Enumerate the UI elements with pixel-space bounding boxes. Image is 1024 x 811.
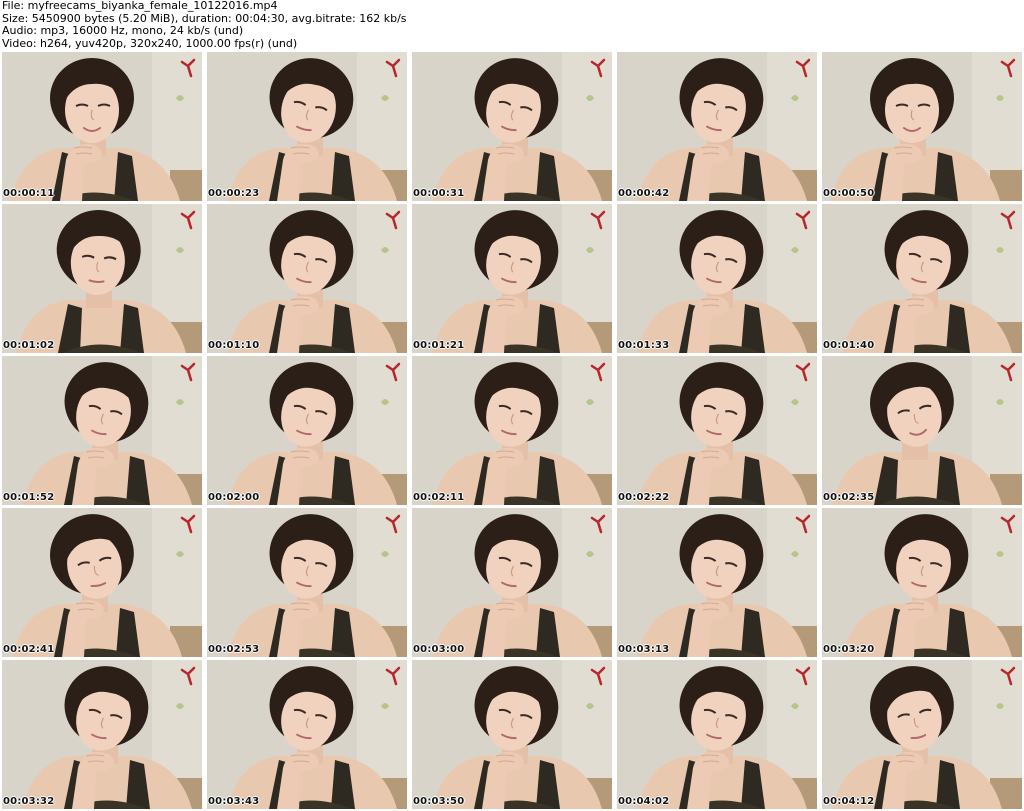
thumbnail-frame-image [617, 204, 817, 353]
video-thumbnail: 00:02:35 [822, 356, 1022, 505]
video-thumbnail: 00:03:13 [617, 508, 817, 657]
thumbnail-timestamp: 00:03:20 [823, 644, 875, 655]
thumbnail-timestamp: 00:03:43 [208, 796, 260, 807]
file-info-header: File: myfreecams_biyanka_female_10122016… [0, 0, 1024, 52]
thumbnail-timestamp: 00:00:42 [618, 188, 670, 199]
thumbnail-frame-image [822, 508, 1022, 657]
thumbnail-timestamp: 00:02:35 [823, 492, 875, 503]
thumbnail-timestamp: 00:01:21 [413, 340, 465, 351]
thumbnail-timestamp: 00:03:50 [413, 796, 465, 807]
video-thumbnail: 00:03:00 [412, 508, 612, 657]
thumbnail-timestamp: 00:03:32 [3, 796, 55, 807]
video-thumbnail: 00:03:43 [207, 660, 407, 809]
thumbnail-frame-image [207, 660, 407, 809]
thumbnail-timestamp: 00:01:52 [3, 492, 55, 503]
thumbnail-frame-image [617, 52, 817, 201]
thumbnail-timestamp: 00:00:50 [823, 188, 875, 199]
video-thumbnail: 00:01:02 [2, 204, 202, 353]
thumbnail-frame-image [412, 356, 612, 505]
video-thumbnail: 00:00:42 [617, 52, 817, 201]
thumbnail-frame-image [822, 356, 1022, 505]
thumbnail-frame-image [822, 660, 1022, 809]
thumbnail-frame-image [207, 508, 407, 657]
video-thumbnail: 00:03:32 [2, 660, 202, 809]
video-thumbnail: 00:01:33 [617, 204, 817, 353]
video-thumbnail: 00:02:53 [207, 508, 407, 657]
thumbnail-frame-image [617, 508, 817, 657]
thumbnail-timestamp: 00:01:40 [823, 340, 875, 351]
video-thumbnail: 00:02:11 [412, 356, 612, 505]
thumbnail-frame-image [412, 52, 612, 201]
thumbnail-frame-image [822, 204, 1022, 353]
video-thumbnail: 00:03:20 [822, 508, 1022, 657]
video-thumbnail: 00:01:10 [207, 204, 407, 353]
thumbnail-timestamp: 00:02:53 [208, 644, 260, 655]
video-thumbnail: 00:00:11 [2, 52, 202, 201]
video-thumbnail: 00:02:41 [2, 508, 202, 657]
thumbnail-frame-image [412, 204, 612, 353]
thumbnail-timestamp: 00:01:33 [618, 340, 670, 351]
video-thumbnail: 00:04:02 [617, 660, 817, 809]
video-thumbnail: 00:02:00 [207, 356, 407, 505]
thumbnail-timestamp: 00:01:02 [3, 340, 55, 351]
thumbnail-frame-image [2, 356, 202, 505]
thumbnail-timestamp: 00:02:11 [413, 492, 465, 503]
thumbnail-frame-image [207, 52, 407, 201]
thumbnail-frame-image [617, 660, 817, 809]
thumbnail-timestamp: 00:02:00 [208, 492, 260, 503]
video-thumbnail: 00:01:40 [822, 204, 1022, 353]
thumbnail-frame-image [2, 204, 202, 353]
video-thumbnail: 00:00:23 [207, 52, 407, 201]
thumbnail-frame-image [822, 52, 1022, 201]
thumbnail-frame-image [617, 356, 817, 505]
video-thumbnail: 00:04:12 [822, 660, 1022, 809]
video-thumbnail: 00:03:50 [412, 660, 612, 809]
audio-info-line: Audio: mp3, 16000 Hz, mono, 24 kb/s (und… [2, 24, 244, 37]
thumbnail-frame-image [207, 204, 407, 353]
thumbnail-frame-image [2, 660, 202, 809]
thumbnail-timestamp: 00:02:22 [618, 492, 670, 503]
thumbnail-timestamp: 00:03:00 [413, 644, 465, 655]
video-thumbnail: 00:02:22 [617, 356, 817, 505]
thumbnail-frame-image [412, 508, 612, 657]
thumbnail-timestamp: 00:00:23 [208, 188, 260, 199]
thumbnail-timestamp: 00:03:13 [618, 644, 670, 655]
thumbnail-timestamp: 00:00:31 [413, 188, 465, 199]
video-thumbnail: 00:00:50 [822, 52, 1022, 201]
thumbnail-timestamp: 00:04:02 [618, 796, 670, 807]
video-thumbnail: 00:01:52 [2, 356, 202, 505]
video-info-line: Video: h264, yuv420p, 320x240, 1000.00 f… [2, 36, 298, 50]
file-name-line: File: myfreecams_biyanka_female_10122016… [2, 0, 278, 12]
thumbnail-timestamp: 00:01:10 [208, 340, 260, 351]
thumbnail-frame-image [207, 356, 407, 505]
thumbnail-grid: 00:00:11 00:00:23 00:00:31 00:00:42 00:00:50… [2, 52, 1022, 809]
thumbnail-frame-image [412, 660, 612, 809]
thumbnail-timestamp: 00:00:11 [3, 188, 55, 199]
thumbnail-timestamp: 00:02:41 [3, 644, 55, 655]
video-thumbnail: 00:01:21 [412, 204, 612, 353]
video-thumbnail: 00:00:31 [412, 52, 612, 201]
thumbnail-frame-image [2, 52, 202, 201]
thumbnail-timestamp: 00:04:12 [823, 796, 875, 807]
thumbnail-frame-image [2, 508, 202, 657]
